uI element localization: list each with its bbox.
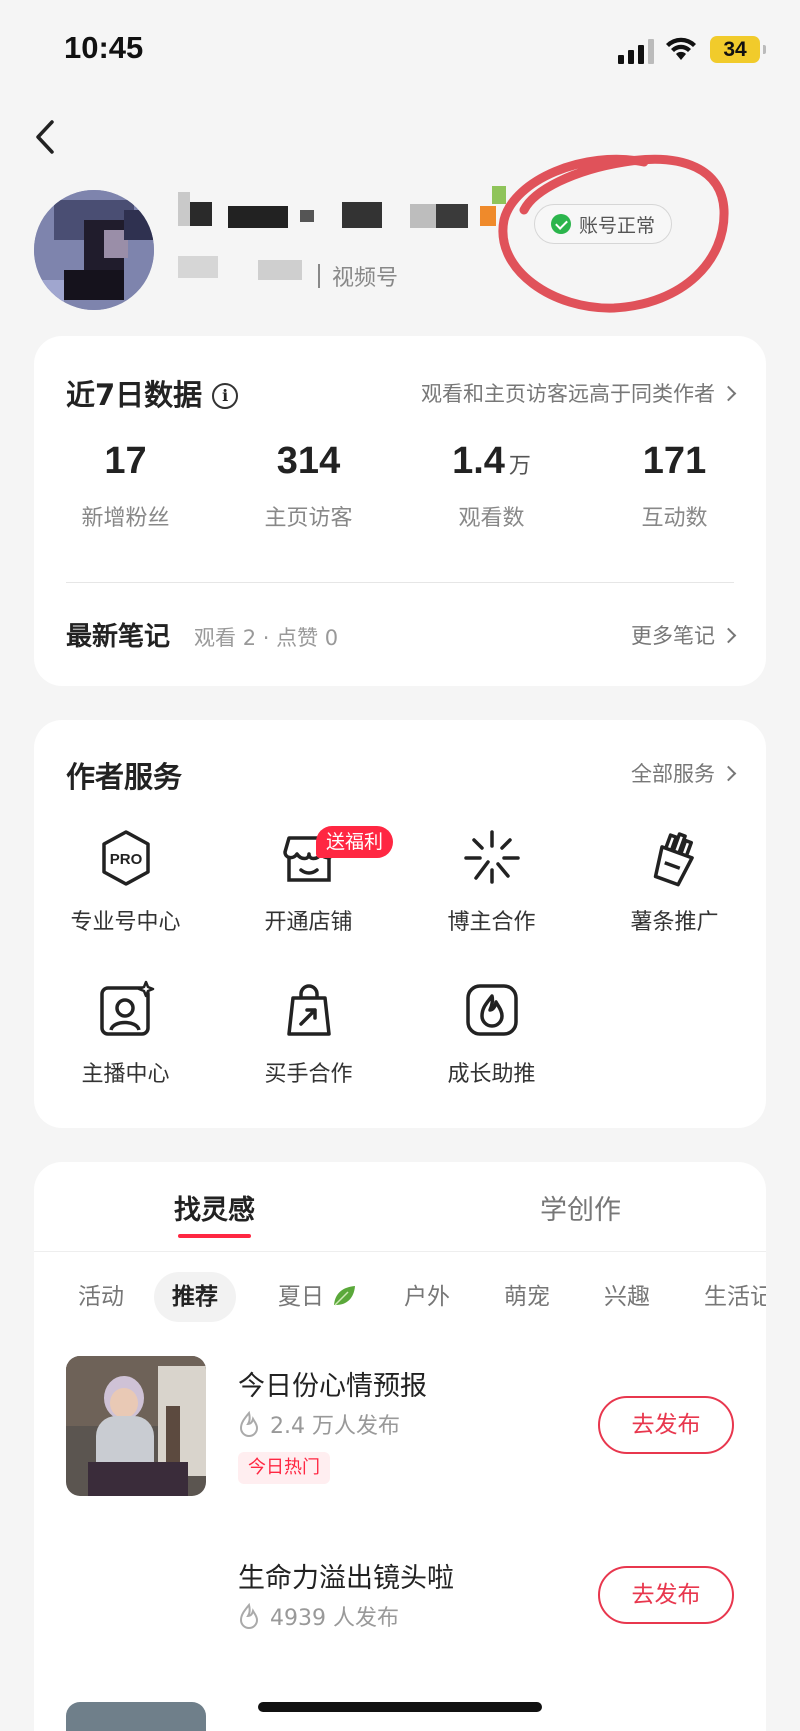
all-services-link[interactable]: 全部服务	[631, 758, 737, 788]
latest-note-meta: 观看 2 · 点赞 0	[194, 626, 339, 650]
stat-interactions[interactable]: 171 互动数	[583, 440, 766, 532]
stat-unit: 万	[508, 453, 531, 478]
weekly-data-title: 近7日数据 i	[66, 372, 239, 414]
stat-value: 17	[104, 440, 147, 482]
inspiration-card: 找灵感 学创作 活动 推荐 夏日 户外 萌宠 兴趣 生活记 今日份心情预报 2.…	[34, 1162, 766, 1731]
topic-count: 4939 人发布	[238, 1600, 399, 1632]
chip-life[interactable]: 生活记	[686, 1272, 766, 1322]
weekly-data-card: 近7日数据 i 观看和主页访客远高于同类作者 17 新增粉丝 314 主页访客 1…	[34, 336, 766, 686]
fire-icon	[239, 1603, 259, 1629]
insight-link-text: 观看和主页访客远高于同类作者	[421, 382, 715, 406]
chevron-right-icon	[720, 627, 737, 643]
red-hand-drawn-circle	[498, 154, 729, 313]
avatar[interactable]	[34, 190, 154, 310]
stat-label: 新增粉丝	[81, 506, 170, 531]
chip-outdoor[interactable]: 户外	[386, 1272, 468, 1322]
stat-profile-visitors[interactable]: 314 主页访客	[217, 440, 400, 532]
list-item[interactable]: 生命力溢出镜头啦 4939 人发布 去发布	[34, 1548, 766, 1698]
leaf-icon	[334, 1286, 356, 1306]
fries-icon	[653, 832, 694, 887]
service-creator-collab[interactable]: 博主合作	[400, 828, 583, 936]
author-services-card: 作者服务 全部服务 PRO 专业号中心 开通店铺 博主合作 薯条推广 主播中心 …	[34, 720, 766, 1128]
chevron-right-icon	[720, 765, 737, 781]
inspiration-tabs: 找灵感 学创作	[34, 1162, 766, 1252]
more-notes-link[interactable]: 更多笔记	[631, 620, 737, 650]
service-label: 买手合作	[264, 1062, 353, 1087]
post-button[interactable]: 去发布	[598, 1396, 734, 1454]
shopping-bag-icon	[286, 984, 331, 1036]
post-button[interactable]: 去发布	[598, 1566, 734, 1624]
service-label: 主播中心	[81, 1062, 170, 1087]
stat-views[interactable]: 1.4 万 观看数	[400, 440, 583, 532]
divider	[66, 582, 734, 583]
service-label: 专业号中心	[70, 910, 181, 935]
sparkle-icon	[463, 830, 520, 884]
stat-value: 314	[276, 440, 341, 482]
info-icon[interactable]: i	[212, 383, 239, 409]
service-label: 成长助推	[447, 1062, 536, 1087]
stat-value: 1.4	[452, 440, 505, 482]
tab-learn-creation[interactable]: 学创作	[540, 1188, 621, 1227]
tab-find-inspiration[interactable]: 找灵感	[174, 1188, 255, 1238]
status-time: 10:45	[64, 30, 144, 65]
battery-icon: 34	[710, 36, 766, 63]
service-pro-center[interactable]: PRO 专业号中心	[34, 828, 217, 936]
chip-recommended[interactable]: 推荐	[154, 1272, 236, 1322]
category-chips: 活动 推荐 夏日 户外 萌宠 兴趣 生活记	[34, 1272, 766, 1328]
topic-thumbnail	[66, 1356, 206, 1496]
service-promotion[interactable]: 薯条推广	[583, 828, 766, 936]
chip-summer[interactable]: 夏日	[260, 1272, 375, 1322]
topic-count-text: 2.4 万人发布	[270, 1414, 400, 1439]
pro-icon: PRO	[101, 830, 150, 886]
channel-label: 视频号	[332, 266, 399, 291]
fire-icon	[239, 1411, 259, 1437]
stat-new-followers[interactable]: 17 新增粉丝	[34, 440, 217, 532]
stat-label: 观看数	[458, 506, 525, 531]
service-growth-boost[interactable]: 成长助推	[400, 980, 583, 1088]
chip-pets[interactable]: 萌宠	[486, 1272, 568, 1322]
topic-title: 今日份心情预报	[238, 1371, 427, 1402]
service-buyer-collab[interactable]: 买手合作	[217, 980, 400, 1088]
chevron-right-icon	[720, 385, 737, 401]
status-bar: 10:45 34	[0, 0, 800, 100]
wifi-icon	[666, 37, 696, 60]
topic-count: 2.4 万人发布	[238, 1408, 400, 1440]
stat-value: 171	[642, 440, 707, 482]
welfare-badge: 送福利	[316, 826, 394, 858]
next-topic-thumbnail	[66, 1702, 206, 1731]
cellular-signal-icon	[618, 38, 654, 64]
profile-subinfo: 视频号	[318, 260, 398, 292]
chip-interests[interactable]: 兴趣	[586, 1272, 668, 1322]
service-label: 博主合作	[447, 910, 536, 935]
latest-note-title: 最新笔记	[66, 622, 171, 652]
stats-row: 17 新增粉丝 314 主页访客 1.4 万 观看数 171 互动数	[34, 440, 766, 532]
flame-icon	[465, 984, 518, 1036]
streamer-icon	[99, 980, 154, 1036]
service-label: 开通店铺	[264, 910, 353, 935]
home-indicator[interactable]	[258, 1702, 542, 1712]
back-chevron-icon[interactable]	[26, 112, 66, 162]
svg-text:PRO: PRO	[109, 851, 142, 868]
service-streamer-center[interactable]: 主播中心	[34, 980, 217, 1088]
insight-link[interactable]: 观看和主页访客远高于同类作者	[421, 378, 737, 408]
stat-label: 互动数	[641, 506, 708, 531]
more-notes-text: 更多笔记	[631, 624, 715, 648]
divider	[318, 264, 320, 288]
topic-title: 生命力溢出镜头啦	[238, 1563, 454, 1594]
stat-label: 主页访客	[264, 506, 353, 531]
service-label: 薯条推广	[630, 910, 719, 935]
list-item[interactable]: 今日份心情预报 2.4 万人发布 今日热门 去发布	[34, 1356, 766, 1506]
chip-activity[interactable]: 活动	[60, 1272, 142, 1322]
all-services-text: 全部服务	[631, 762, 715, 786]
weekly-data-title-text: 近7日数据	[66, 378, 203, 412]
topic-count-text: 4939 人发布	[270, 1606, 399, 1631]
hot-tag: 今日热门	[238, 1452, 330, 1484]
latest-note-row[interactable]: 最新笔记 观看 2 · 点赞 0	[66, 616, 338, 653]
chip-summer-label: 夏日	[278, 1284, 324, 1310]
services-title: 作者服务	[66, 760, 183, 794]
